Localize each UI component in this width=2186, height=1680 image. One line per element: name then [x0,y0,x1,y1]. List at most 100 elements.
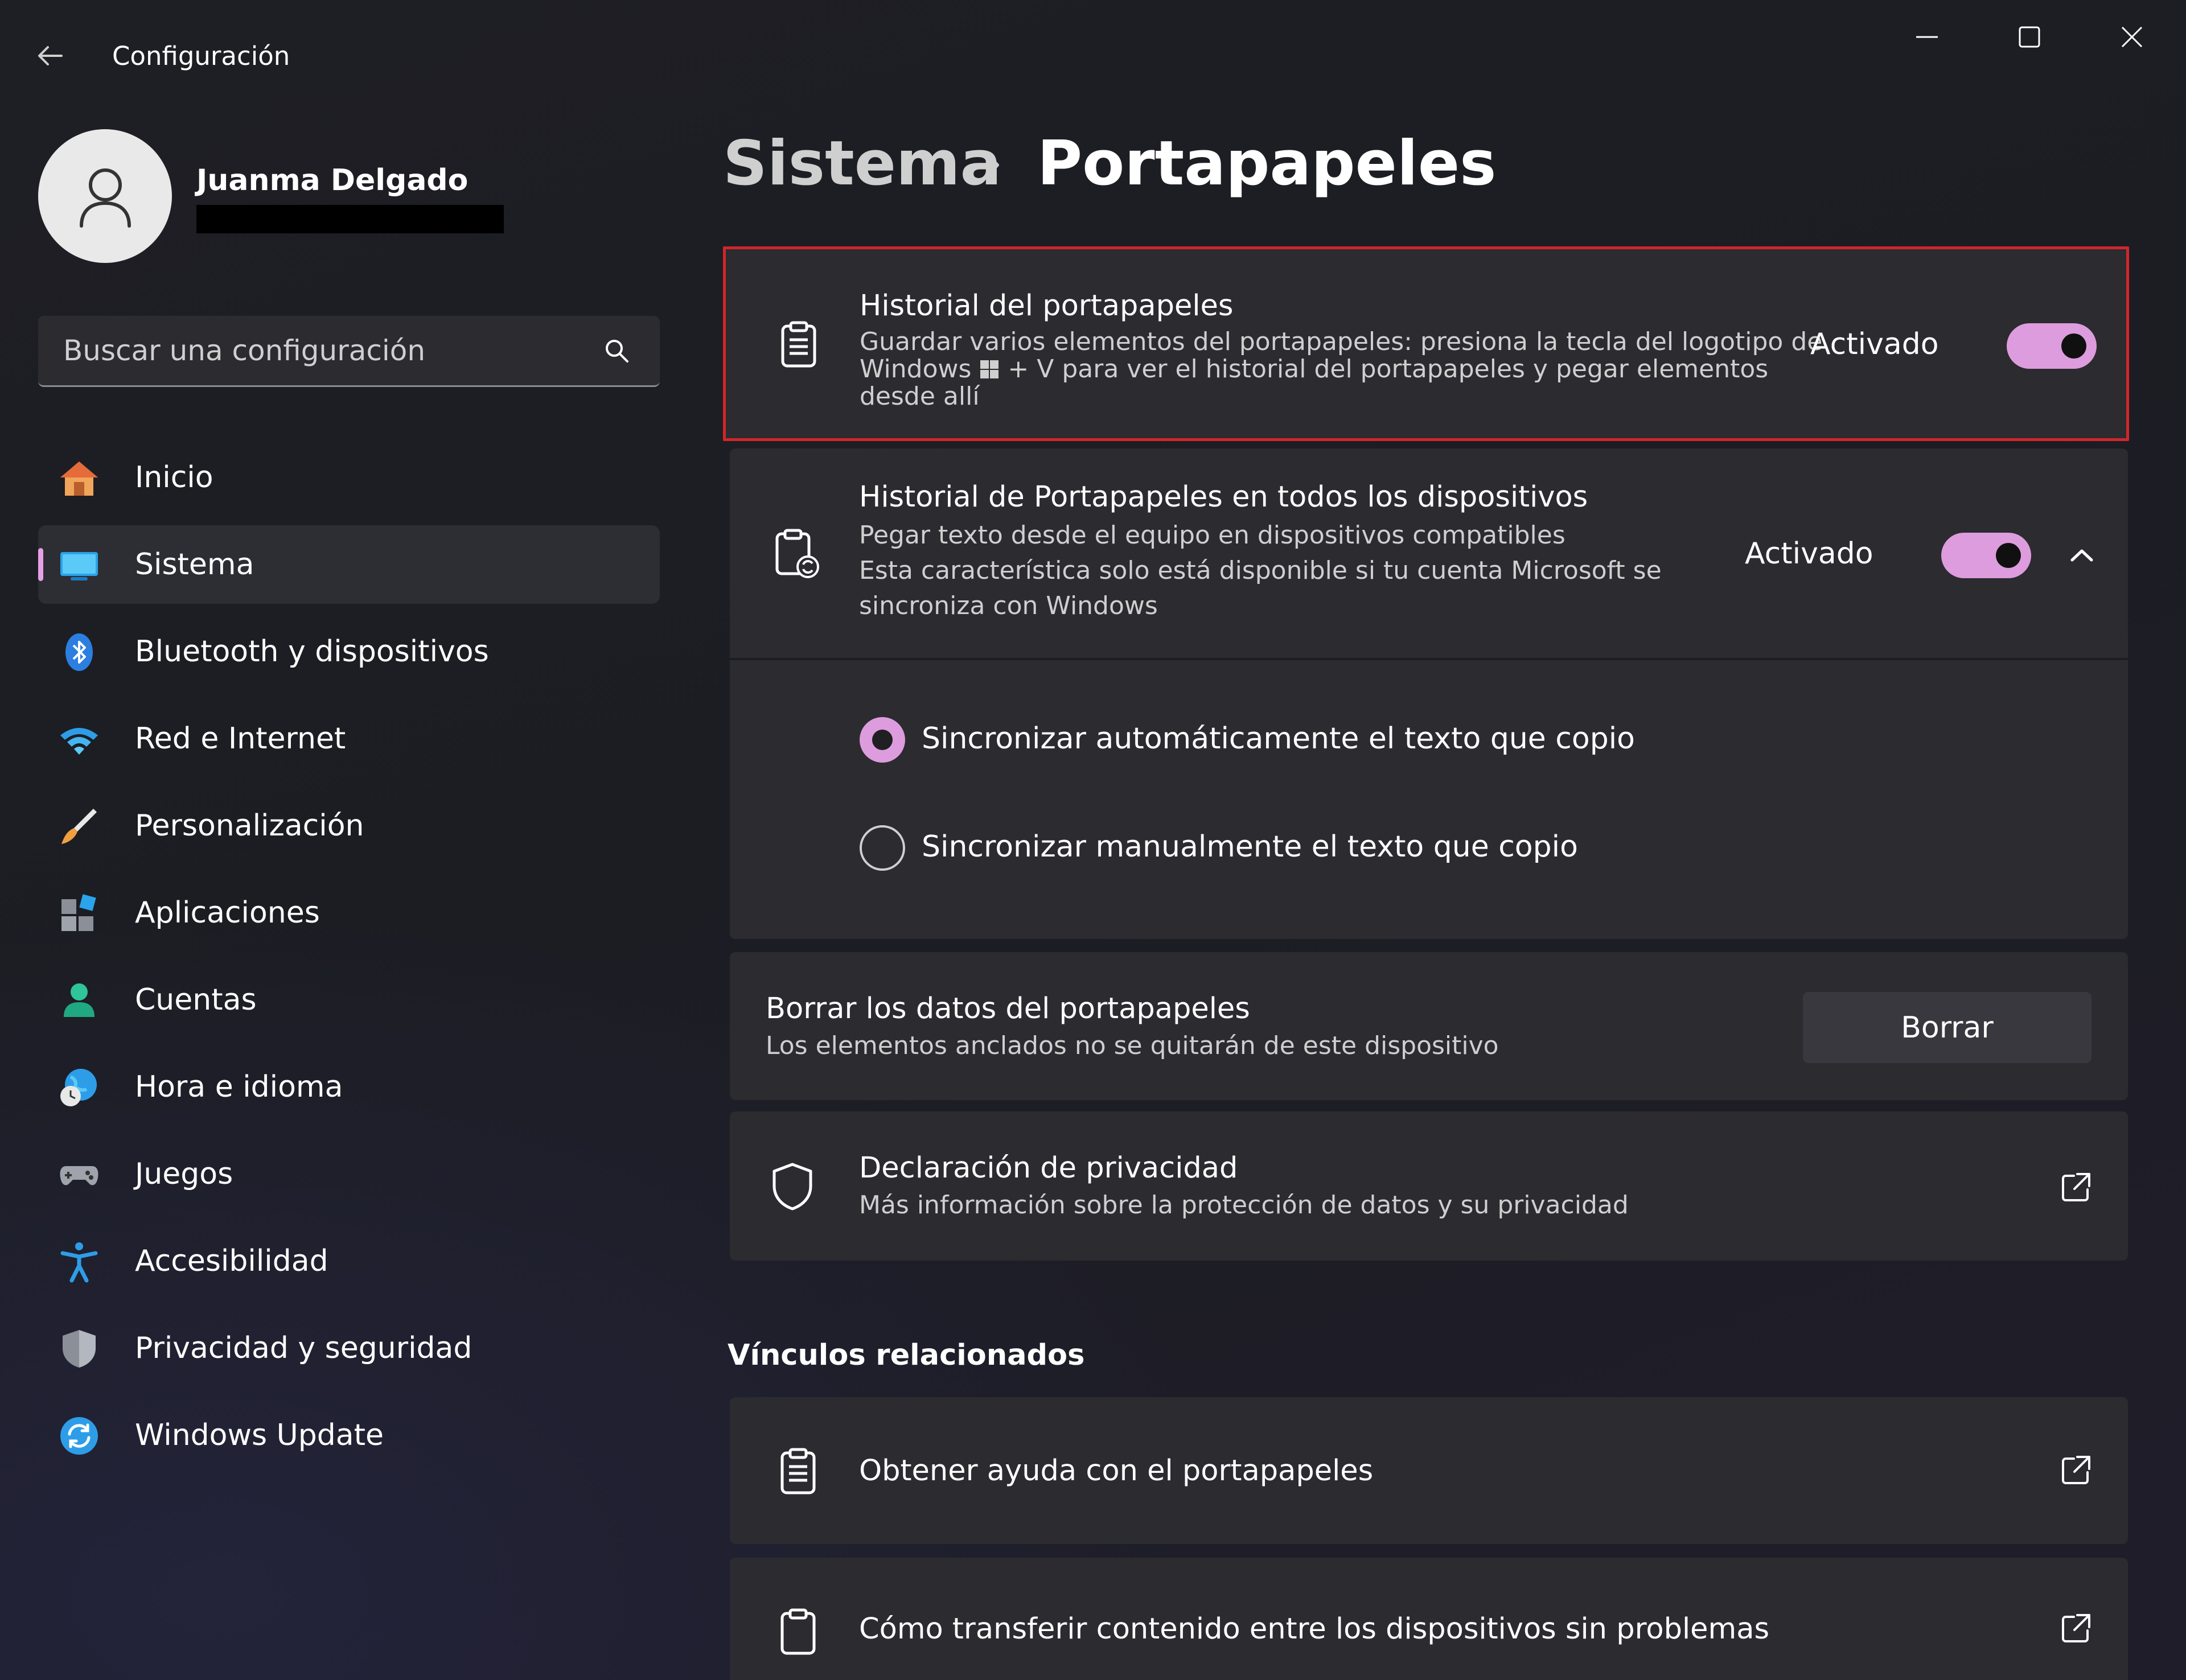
accessibility-icon [60,1242,98,1283]
wifi-icon [60,728,98,755]
clipboard-list-icon [780,1448,816,1494]
chevron-up-icon [2070,549,2093,562]
sidebar-item-label: Windows Update [135,1418,384,1452]
card-description-line: Esta característica solo está disponible… [859,556,1662,585]
external-link-icon [2062,1614,2090,1642]
settings-window: Configuración Juanma Delgado Buscar una … [0,0,2186,1680]
card-title: Declaración de privacidad [859,1151,1238,1185]
privacy-statement-card[interactable]: Declaración de privacidad Más informació… [730,1111,2128,1261]
person-icon [64,983,94,1017]
sidebar-item-label: Sistema [135,547,254,582]
sidebar-item-label: Juegos [135,1157,233,1191]
minimize-icon [1916,36,1938,38]
card-title: Historial del portapapeles [860,289,1234,323]
external-link-icon [2062,1456,2090,1484]
system-monitor-icon [60,552,98,580]
clear-data-card: Borrar los datos del portapapeles Los el… [730,952,2128,1100]
link-label[interactable]: Cómo transferir contenido entre los disp… [859,1612,1769,1646]
card-description-line: Guardar varios elementos del portapapele… [860,327,1823,356]
close-button[interactable] [2089,0,2175,74]
sidebar-item-personalizacion[interactable]: Personalización [38,787,660,865]
back-button[interactable] [33,39,79,73]
radio-sync-manual[interactable] [860,825,905,871]
link-label[interactable]: Obtener ayuda con el portapapeles [859,1454,1373,1488]
sidebar-item-hora[interactable]: Hora e idioma [38,1048,660,1126]
shield-icon [773,1163,812,1210]
sidebar-item-cuentas[interactable]: Cuentas [38,961,660,1039]
search-icon[interactable] [602,336,633,367]
close-icon [2121,26,2143,48]
sync-options-panel: Sincronizar automáticamente el texto que… [730,660,2128,939]
globe-clock-icon [60,1069,97,1106]
breadcrumb-parent[interactable]: Sistema [723,128,1001,199]
maximize-icon [2019,26,2040,48]
user-name: Juanma Delgado [196,163,469,197]
windows-logo-icon [980,360,999,378]
external-link-icon [2062,1173,2090,1201]
bluetooth-icon [65,633,93,671]
clipboard-sync-icon [775,529,819,578]
maximize-button[interactable] [1987,0,2072,74]
apps-icon [61,894,96,931]
sidebar-item-label: Aplicaciones [135,896,320,930]
radio-label[interactable]: Sincronizar automáticamente el texto que… [922,722,1635,756]
sidebar-item-label: Accesibilidad [135,1244,328,1278]
related-link-transfer[interactable]: Cómo transferir contenido entre los disp… [730,1558,2128,1680]
sidebar-item-bluetooth[interactable]: Bluetooth y dispositivos [38,612,660,691]
search-input[interactable] [62,316,577,385]
related-link-help[interactable]: Obtener ayuda con el portapapeles [730,1397,2128,1544]
paintbrush-icon [61,809,97,844]
sync-devices-card: Historial de Portapapeles en todos los d… [730,448,2128,658]
toggle-knob [2061,333,2086,359]
search-box[interactable] [38,316,660,387]
avatar[interactable] [38,129,172,263]
clipboard-history-toggle[interactable] [2007,323,2097,369]
minimize-button[interactable] [1884,0,1970,74]
update-icon [60,1417,98,1455]
clipboard-icon [780,1608,816,1655]
redacted-email [196,205,504,233]
card-title: Borrar los datos del portapapeles [766,992,1250,1026]
active-indicator [38,548,43,581]
card-description-line: Windows + V para ver el historial del po… [860,355,1769,384]
sidebar-item-accesibilidad[interactable]: Accesibilidad [38,1222,660,1300]
card-title: Historial de Portapapeles en todos los d… [859,480,1588,514]
sidebar-item-label: Privacidad y seguridad [135,1331,472,1365]
card-description-line: Pegar texto desde el equipo en dispositi… [859,521,1565,550]
home-icon [60,462,98,496]
card-description-line: sincroniza con Windows [859,591,1158,620]
sidebar-item-aplicaciones[interactable]: Aplicaciones [38,874,660,952]
sidebar-item-sistema[interactable]: Sistema [38,525,660,604]
toggle-state-label: Activado [1745,537,1873,571]
card-description-line: desde allí [860,382,980,411]
toggle-knob [1996,543,2021,568]
window-title: Configuración [112,41,290,71]
sidebar-item-red[interactable]: Red e Internet [38,699,660,778]
radio-sync-automatic[interactable] [860,717,905,763]
sidebar-item-label: Red e Internet [135,722,346,756]
chevron-right-icon [987,154,999,176]
sidebar-item-privacidad[interactable]: Privacidad y seguridad [38,1309,660,1387]
sidebar-item-label: Cuentas [135,983,257,1017]
sidebar-item-label: Hora e idioma [135,1070,343,1104]
card-description: Los elementos anclados no se quitarán de… [766,1031,1499,1060]
page-title: Portapapeles [1037,128,1497,199]
clipboard-history-card: Historial del portapapeles Guardar vario… [723,246,2129,441]
radio-label[interactable]: Sincronizar manualmente el texto que cop… [922,830,1578,864]
sidebar-item-label: Bluetooth y dispositivos [135,635,489,669]
clear-button[interactable]: Borrar [1803,992,2092,1063]
toggle-state-label: Activado [1810,327,1939,361]
sidebar-item-windows-update[interactable]: Windows Update [38,1396,660,1475]
sidebar-item-label: Inicio [135,460,213,495]
clipboard-list-icon [781,321,816,368]
sidebar-item-label: Personalización [135,809,364,843]
person-icon [79,168,131,228]
related-links-heading: Vínculos relacionados [728,1339,1085,1372]
sidebar-item-inicio[interactable]: Inicio [38,438,660,517]
sync-devices-toggle[interactable] [1941,533,2031,578]
back-arrow-icon [38,46,63,65]
sidebar-item-juegos[interactable]: Juegos [38,1135,660,1213]
gamepad-icon [60,1166,98,1185]
shield-icon [63,1330,96,1368]
collapse-button[interactable] [2056,533,2107,578]
